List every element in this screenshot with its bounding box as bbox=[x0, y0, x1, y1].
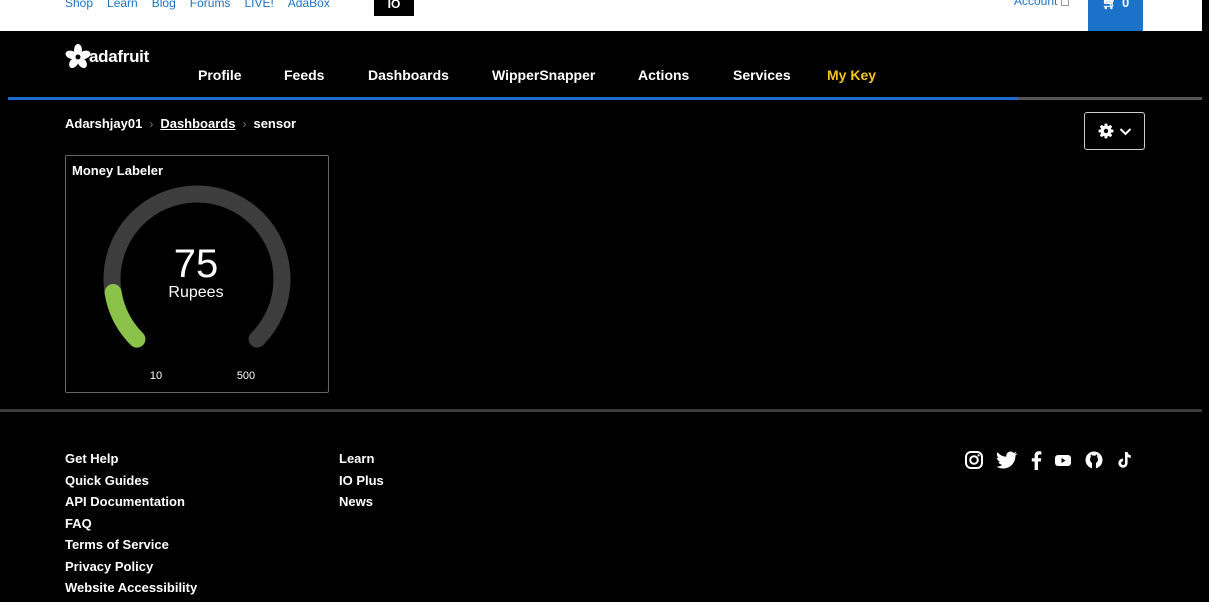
footer-link-quick-guides[interactable]: Quick Guides bbox=[65, 470, 197, 492]
nav-item-my-key[interactable]: My Key bbox=[827, 67, 876, 83]
nav-item-actions[interactable]: Actions bbox=[638, 67, 689, 83]
gauge-fill bbox=[104, 284, 146, 348]
footer-column-1: Get Help Quick Guides API Documentation … bbox=[65, 448, 197, 599]
gauge-widget[interactable]: Money Labeler 75 Rupees 10 500 bbox=[65, 155, 329, 393]
account-label: Account bbox=[1014, 0, 1058, 8]
footer-link-faq[interactable]: FAQ bbox=[65, 513, 197, 535]
footer-link-api-documentation[interactable]: API Documentation bbox=[65, 491, 197, 513]
footer-link-privacy[interactable]: Privacy Policy bbox=[65, 556, 197, 578]
chevron-down-icon bbox=[1119, 127, 1131, 135]
gauge-min-label: 10 bbox=[149, 370, 163, 382]
gauge-unit: Rupees bbox=[168, 284, 224, 301]
footer-link-get-help[interactable]: Get Help bbox=[65, 448, 197, 470]
footer-column-2: Learn IO Plus News bbox=[339, 448, 384, 513]
nav-item-feeds[interactable]: Feeds bbox=[284, 67, 324, 83]
breadcrumb-separator-icon: › bbox=[242, 116, 247, 131]
footer-link-accessibility[interactable]: Website Accessibility bbox=[65, 577, 197, 599]
cart-button[interactable]: 🛒︎ 0 bbox=[1088, 0, 1143, 31]
nav-item-profile[interactable]: Profile bbox=[198, 67, 242, 83]
adafruit-logo[interactable]: adafruit bbox=[65, 44, 149, 68]
footer-link-news[interactable]: News bbox=[339, 491, 384, 513]
facebook-icon[interactable] bbox=[1030, 450, 1042, 475]
breadcrumb-dashboards[interactable]: Dashboards bbox=[160, 116, 235, 131]
account-link[interactable]: Account bbox=[1014, 0, 1070, 8]
top-link-live[interactable]: LIVE! bbox=[244, 0, 273, 9]
breadcrumb-user[interactable]: Adarshjay01 bbox=[65, 116, 142, 131]
cart-icon: 🛒︎ bbox=[1101, 0, 1119, 10]
footer-link-terms[interactable]: Terms of Service bbox=[65, 534, 197, 556]
breadcrumb: Adarshjay01 › Dashboards › sensor bbox=[65, 116, 296, 131]
top-link-adabox[interactable]: AdaBox bbox=[288, 0, 330, 9]
flower-logo-icon bbox=[65, 44, 91, 68]
twitter-icon[interactable] bbox=[996, 450, 1018, 475]
page: Shop Learn Blog Forums LIVE! AdaBox IO A… bbox=[0, 0, 1209, 602]
account-dropdown-icon bbox=[1061, 0, 1070, 7]
gear-icon bbox=[1098, 123, 1113, 139]
footer-divider bbox=[0, 409, 1202, 412]
footer-link-io-plus[interactable]: IO Plus bbox=[339, 470, 384, 492]
top-links: Shop Learn Blog Forums LIVE! AdaBox bbox=[65, 0, 330, 16]
brand-name: adafruit bbox=[89, 47, 149, 66]
top-link-blog[interactable]: Blog bbox=[152, 0, 176, 9]
gauge-max-label: 500 bbox=[236, 370, 256, 382]
youtube-icon[interactable] bbox=[1054, 450, 1072, 475]
github-icon[interactable] bbox=[1084, 450, 1104, 475]
top-link-forums[interactable]: Forums bbox=[190, 0, 231, 9]
nav-underline bbox=[8, 97, 1202, 100]
gauge-value: 75 bbox=[173, 242, 219, 286]
breadcrumb-current: sensor bbox=[253, 116, 297, 131]
social-links bbox=[964, 450, 1132, 475]
nav-item-services[interactable]: Services bbox=[733, 67, 791, 83]
breadcrumb-separator-icon: › bbox=[149, 116, 154, 131]
instagram-icon[interactable] bbox=[964, 450, 984, 475]
tiktok-icon[interactable] bbox=[1116, 450, 1132, 475]
footer-link-learn[interactable]: Learn bbox=[339, 448, 384, 470]
main-nav: adafruit Profile Feeds Dashboards Wipper… bbox=[8, 31, 1202, 99]
top-link-learn[interactable]: Learn bbox=[107, 0, 138, 9]
top-link-io[interactable]: IO bbox=[374, 0, 414, 16]
nav-item-wippersnapper[interactable]: WipperSnapper bbox=[492, 67, 595, 83]
top-utility-bar: Shop Learn Blog Forums LIVE! AdaBox IO A… bbox=[0, 0, 1202, 31]
nav-underline-accent bbox=[8, 97, 1018, 100]
top-link-shop[interactable]: Shop bbox=[65, 0, 93, 9]
dashboard-settings-button[interactable] bbox=[1084, 112, 1145, 150]
cart-count: 0 bbox=[1121, 0, 1130, 10]
nav-item-dashboards[interactable]: Dashboards bbox=[368, 67, 449, 83]
